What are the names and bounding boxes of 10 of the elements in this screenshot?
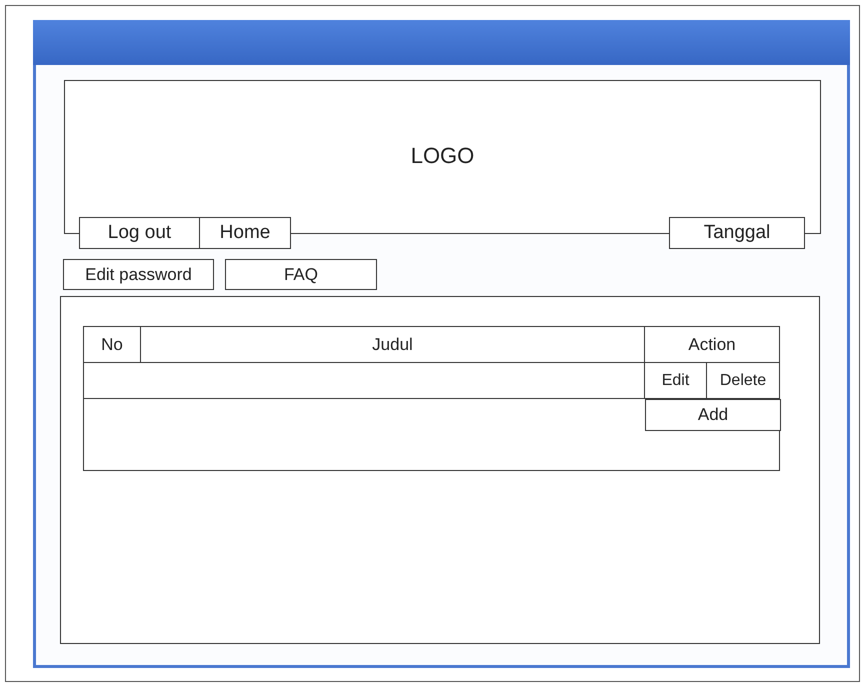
nav-button[interactable]: Home	[199, 217, 291, 249]
add-button[interactable]: Add	[645, 399, 781, 431]
date-label: Tanggal	[669, 217, 805, 249]
column-header: No	[84, 327, 141, 362]
logo-text: LOGO	[410, 143, 474, 169]
link-button[interactable]: FAQ	[225, 259, 377, 290]
link-button[interactable]: Edit password	[63, 259, 214, 290]
nav-button[interactable]: Log out	[79, 217, 200, 249]
column-header: Action	[687, 334, 737, 356]
column-header: Judul	[141, 327, 645, 362]
